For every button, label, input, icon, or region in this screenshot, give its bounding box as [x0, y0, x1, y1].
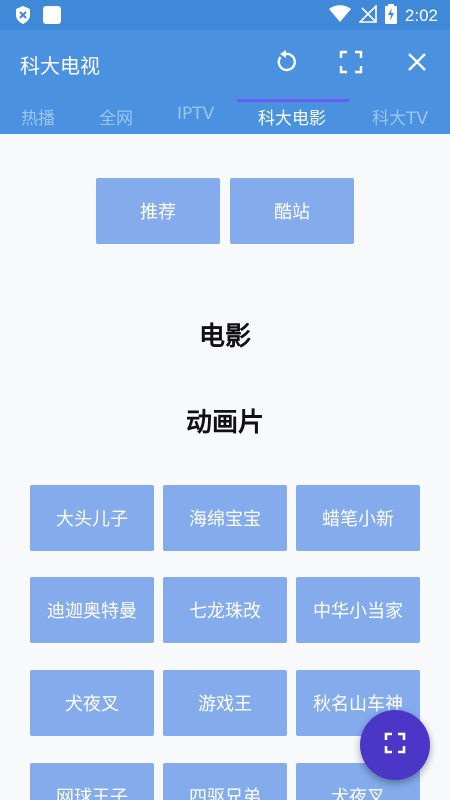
fullscreen-button[interactable]: [329, 44, 373, 84]
recommend-button[interactable]: 推荐: [96, 178, 220, 244]
content-area: 推荐 酷站 电影 动画片 大头儿子 海绵宝宝 蜡笔小新 迪迦奥特曼 七龙珠改 中…: [0, 134, 450, 800]
refresh-button[interactable]: [264, 44, 308, 84]
refresh-icon: [274, 50, 298, 78]
cartoon-button[interactable]: 游戏王: [163, 670, 287, 736]
section-heading-movies: 电影: [198, 322, 251, 352]
tab-keda-movie[interactable]: 科大电影: [258, 104, 326, 129]
page-title: 科大电视: [20, 54, 100, 78]
close-button[interactable]: [395, 44, 439, 84]
cartoon-button[interactable]: 七龙珠改: [163, 577, 287, 643]
fullscreen-fab[interactable]: [360, 710, 430, 780]
cool-sites-button[interactable]: 酷站: [230, 178, 354, 244]
fullscreen-icon: [383, 731, 407, 759]
status-time: 2:02: [404, 6, 438, 25]
cartoon-button[interactable]: 迪迦奥特曼: [30, 577, 154, 643]
section-heading-cartoons: 动画片: [185, 408, 264, 438]
battery-charging-icon: [384, 4, 397, 28]
app-bar: 科大电视 热播 全网 IPTV 科大电影 科大TV: [0, 30, 450, 134]
cartoon-button[interactable]: 四驱兄弟: [163, 763, 287, 800]
tab-bar: 热播 全网 IPTV 科大电影 科大TV: [0, 98, 450, 134]
tab-keda-tv[interactable]: 科大TV: [372, 104, 428, 129]
cartoon-button[interactable]: 中华小当家: [296, 577, 420, 643]
cartoon-button[interactable]: 犬夜叉: [30, 670, 154, 736]
tab-iptv[interactable]: IPTV: [177, 104, 214, 124]
tab-indicator: [237, 99, 349, 102]
wifi-icon: [328, 5, 351, 27]
tab-hot[interactable]: 热播: [21, 104, 55, 129]
fullscreen-icon: [339, 50, 363, 78]
shield-x-icon: [14, 5, 32, 29]
tab-all-web[interactable]: 全网: [99, 104, 133, 129]
status-bar: 2:02: [0, 0, 450, 30]
square-notification-icon: [42, 5, 62, 29]
close-icon: [406, 51, 428, 77]
no-signal-icon: [357, 4, 377, 27]
cartoon-button[interactable]: 海绵宝宝: [163, 485, 287, 551]
cartoon-button[interactable]: 网球王子: [30, 763, 154, 800]
cartoon-button[interactable]: 蜡笔小新: [296, 485, 420, 551]
cartoon-button[interactable]: 大头儿子: [30, 485, 154, 551]
